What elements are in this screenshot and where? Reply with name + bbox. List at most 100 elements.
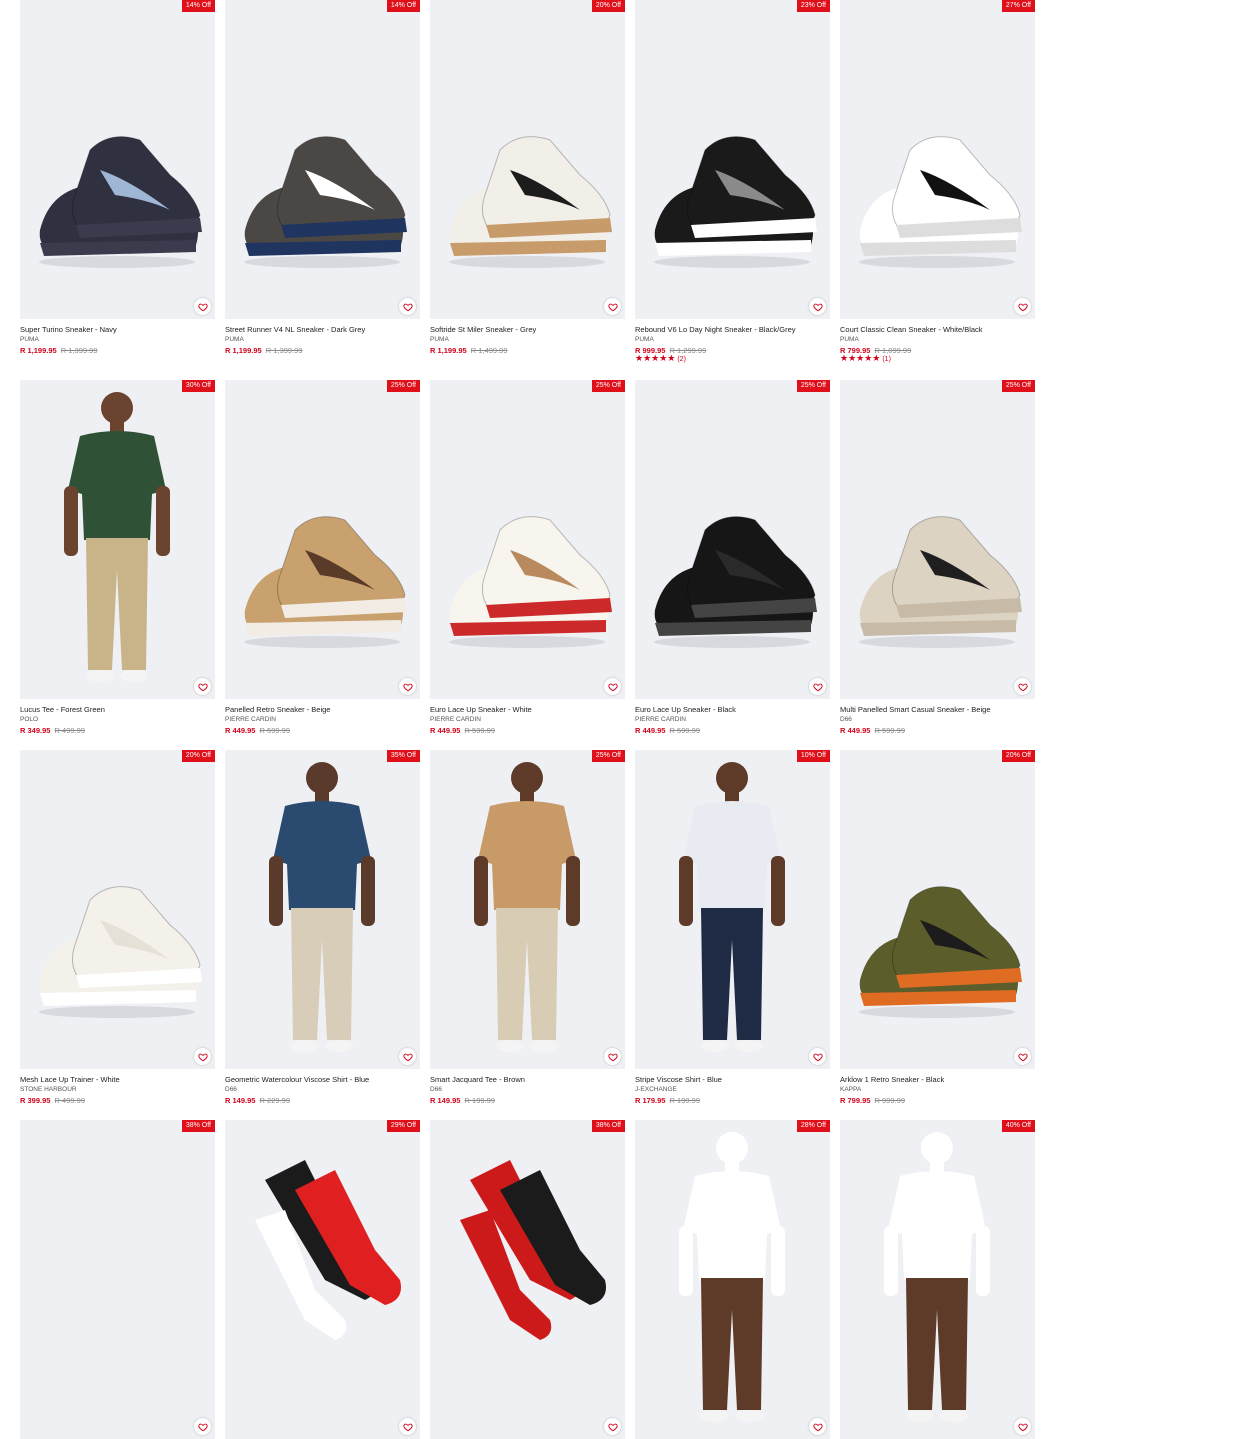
product-image[interactable] <box>840 380 1035 699</box>
original-price: R 999.99 <box>874 1096 905 1105</box>
product-brand: PIERRE CARDIN <box>225 716 276 723</box>
sale-price: R 799.95 <box>840 1096 871 1105</box>
sale-price: R 179.95 <box>635 1096 666 1105</box>
wishlist-heart-icon[interactable] <box>399 1048 416 1065</box>
wishlist-heart-icon[interactable] <box>604 298 621 315</box>
wishlist-heart-icon[interactable] <box>399 1418 416 1435</box>
wishlist-heart-icon[interactable] <box>809 678 826 695</box>
discount-badge: 23% Off <box>796 0 830 12</box>
wishlist-heart-icon[interactable] <box>194 678 211 695</box>
rating-stars: ★★★★★ <box>840 353 881 363</box>
product-name[interactable]: Rebound V6 Lo Day Night Sneaker - Black/… <box>635 325 830 334</box>
product-image[interactable] <box>225 380 420 699</box>
product-price: R 449.95 R 599.99 <box>430 726 495 735</box>
discount-badge: 40% Off <box>1001 1120 1035 1132</box>
product-name[interactable]: Stripe Viscose Shirt - Blue <box>635 1075 830 1084</box>
discount-badge: 10% Off <box>796 750 830 762</box>
product-brand: POLO <box>20 716 39 723</box>
discount-badge: 25% Off <box>591 750 625 762</box>
product-image[interactable] <box>635 0 830 319</box>
product-name[interactable]: Lucus Tee - Forest Green <box>20 705 215 714</box>
shoe-illustration <box>654 516 817 648</box>
wishlist-heart-icon[interactable] <box>399 678 416 695</box>
product-image[interactable] <box>20 1120 215 1439</box>
product-brand: PUMA <box>430 336 449 343</box>
model-illustration <box>679 1132 785 1422</box>
product-image[interactable] <box>635 380 830 699</box>
wishlist-heart-icon[interactable] <box>194 1418 211 1435</box>
discount-badge: 27% Off <box>1001 0 1035 12</box>
model-illustration <box>64 392 170 682</box>
product-name[interactable]: Geometric Watercolour Viscose Shirt - Bl… <box>225 1075 420 1084</box>
shoe-illustration <box>859 136 1022 268</box>
review-count: (2) <box>677 356 686 363</box>
product-brand: PUMA <box>20 336 39 343</box>
discount-badge: 29% Off <box>386 1120 420 1132</box>
discount-badge: 25% Off <box>386 380 420 392</box>
wishlist-heart-icon[interactable] <box>809 298 826 315</box>
discount-badge: 35% Off <box>386 750 420 762</box>
product-image[interactable] <box>430 750 625 1069</box>
shoe-illustration <box>39 886 202 1018</box>
wishlist-heart-icon[interactable] <box>1014 678 1031 695</box>
product-image[interactable] <box>430 0 625 319</box>
wishlist-heart-icon[interactable] <box>399 298 416 315</box>
product-image[interactable] <box>430 380 625 699</box>
wishlist-heart-icon[interactable] <box>604 1048 621 1065</box>
product-price: R 149.95 R 229.99 <box>225 1096 290 1105</box>
original-price: R 199.99 <box>464 1096 495 1105</box>
product-brand: STONE HARBOUR <box>20 1086 77 1093</box>
star-rating: ★★★★★ (1) <box>840 353 891 364</box>
product-image[interactable] <box>20 750 215 1069</box>
model-illustration <box>679 762 785 1052</box>
product-image[interactable] <box>635 750 830 1069</box>
sale-price: R 1,199.95 <box>430 346 467 355</box>
product-image[interactable] <box>225 1120 420 1439</box>
shoe-illustration <box>859 516 1022 648</box>
product-brand: D66 <box>225 1086 237 1093</box>
product-name[interactable]: Multi Panelled Smart Casual Sneaker - Be… <box>840 705 1035 714</box>
product-image[interactable] <box>635 1120 830 1439</box>
product-image[interactable] <box>840 750 1035 1069</box>
wishlist-heart-icon[interactable] <box>194 1048 211 1065</box>
shoe-illustration <box>244 136 407 268</box>
product-image[interactable] <box>225 0 420 319</box>
product-name[interactable]: Euro Lace Up Sneaker - White <box>430 705 625 714</box>
product-name[interactable]: Arklow 1 Retro Sneaker - Black <box>840 1075 1035 1084</box>
review-count: (1) <box>882 356 891 363</box>
discount-badge: 38% Off <box>181 1120 215 1132</box>
product-name[interactable]: Smart Jacquard Tee - Brown <box>430 1075 625 1084</box>
discount-badge: 14% Off <box>386 0 420 12</box>
product-name[interactable]: Super Turino Sneaker - Navy <box>20 325 215 334</box>
product-brand: KAPPA <box>840 1086 862 1093</box>
product-brand: D66 <box>430 1086 442 1093</box>
shoe-illustration <box>244 516 407 648</box>
product-image[interactable] <box>20 380 215 699</box>
discount-badge: 28% Off <box>796 1120 830 1132</box>
original-price: R 599.99 <box>259 726 290 735</box>
product-name[interactable]: Softride St Miler Sneaker - Grey <box>430 325 625 334</box>
wishlist-heart-icon[interactable] <box>604 1418 621 1435</box>
discount-badge: 20% Off <box>591 0 625 12</box>
wishlist-heart-icon[interactable] <box>194 298 211 315</box>
wishlist-heart-icon[interactable] <box>604 678 621 695</box>
wishlist-heart-icon[interactable] <box>1014 1418 1031 1435</box>
product-name[interactable]: Mesh Lace Up Trainer - White <box>20 1075 215 1084</box>
product-name[interactable]: Court Classic Clean Sneaker - White/Blac… <box>840 325 1035 334</box>
product-price: R 449.95 R 599.99 <box>635 726 700 735</box>
product-image[interactable] <box>840 0 1035 319</box>
product-image[interactable] <box>20 0 215 319</box>
product-name[interactable]: Panelled Retro Sneaker - Beige <box>225 705 420 714</box>
wishlist-heart-icon[interactable] <box>809 1048 826 1065</box>
wishlist-heart-icon[interactable] <box>1014 1048 1031 1065</box>
product-image[interactable] <box>225 750 420 1069</box>
wishlist-heart-icon[interactable] <box>1014 298 1031 315</box>
product-name[interactable]: Street Runner V4 NL Sneaker - Dark Grey <box>225 325 420 334</box>
product-price: R 349.95 R 499.99 <box>20 726 85 735</box>
product-image[interactable] <box>430 1120 625 1439</box>
product-image[interactable] <box>840 1120 1035 1439</box>
sale-price: R 1,199.95 <box>225 346 262 355</box>
wishlist-heart-icon[interactable] <box>809 1418 826 1435</box>
product-name[interactable]: Euro Lace Up Sneaker - Black <box>635 705 830 714</box>
product-price: R 449.95 R 599.99 <box>225 726 290 735</box>
